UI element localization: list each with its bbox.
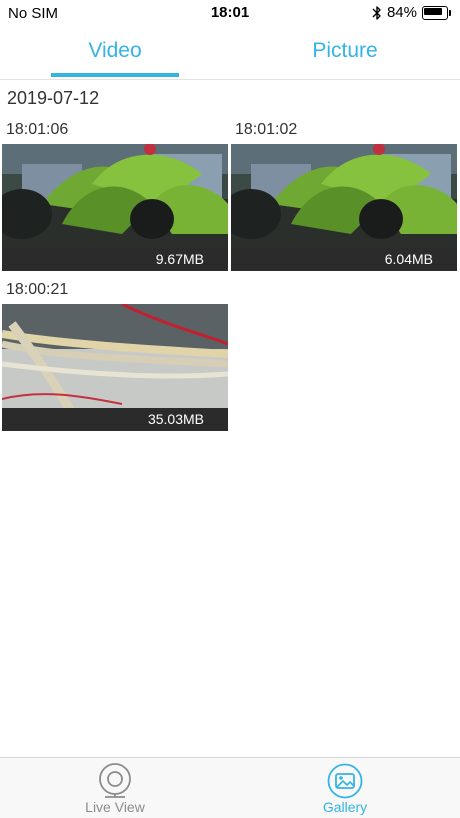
clip-size: 9.67MB (155, 251, 204, 267)
tab-picture[interactable]: Picture (230, 30, 460, 80)
video-clip[interactable]: 18:01:02 6.04MB (231, 120, 457, 271)
gallery-icon (327, 763, 363, 799)
nav-label: Gallery (322, 799, 368, 815)
battery-percent: 84% (386, 4, 417, 21)
bluetooth-icon (372, 5, 381, 20)
clip-size: 35.03MB (147, 411, 204, 427)
clip-time: 18:01:02 (235, 121, 298, 138)
nav-gallery[interactable]: Gallery (230, 758, 460, 818)
video-clip[interactable]: 18:01:06 9.67MB (2, 120, 228, 271)
media-tabs: Video Picture (0, 30, 460, 80)
date-header: 2019-07-12 (7, 88, 100, 108)
clip-time: 18:00:21 (6, 281, 69, 298)
clip-size: 6.04MB (384, 251, 433, 267)
video-clip[interactable]: 18:00:21 35.03MB (2, 280, 228, 431)
video-thumbnail[interactable]: 6.04MB (231, 144, 457, 271)
nav-live-view[interactable]: Live View (0, 758, 230, 818)
clip-time: 18:01:06 (6, 121, 69, 138)
active-tab-indicator (51, 73, 179, 77)
camera-icon (99, 763, 131, 798)
size-bar: 35.03MB (2, 408, 228, 431)
battery-icon (422, 5, 452, 20)
status-right-group: 84% (372, 4, 452, 21)
size-bar: 9.67MB (2, 248, 228, 271)
size-bar: 6.04MB (231, 248, 457, 271)
video-thumbnail[interactable]: 9.67MB (2, 144, 228, 271)
status-bar: No SIM 18:01 84% (0, 0, 460, 26)
video-thumbnail[interactable]: 35.03MB (2, 304, 228, 431)
bottom-nav: Live View Gallery (0, 757, 460, 818)
nav-label: Live View (85, 799, 145, 815)
